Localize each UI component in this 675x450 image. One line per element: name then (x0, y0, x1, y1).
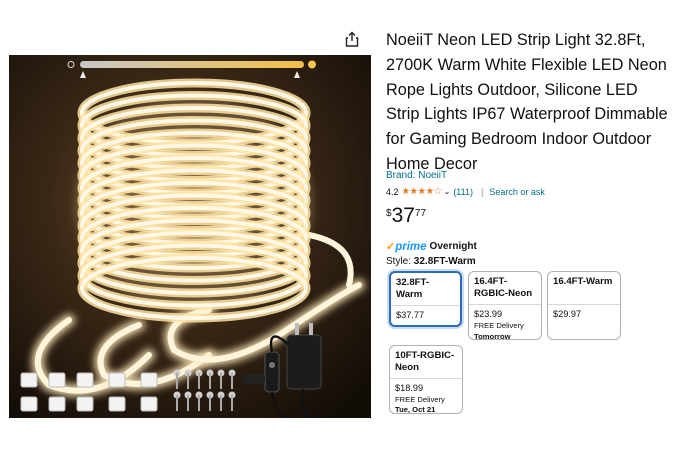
option-name: 10FT-RGBIC-Neon (395, 350, 455, 373)
prime-delivery-row: ✓ prime Overnight (386, 240, 477, 254)
rating-stars[interactable]: ★★★★☆ (402, 186, 443, 197)
style-value: 32.8FT-Warm (413, 256, 476, 267)
option-name: 16.4FT-Warm (553, 276, 613, 287)
prime-logo: prime (395, 240, 427, 253)
option-price: $18.99 (395, 383, 424, 393)
style-option-16-4ft-rgbic-neon[interactable]: 16.4FT-RGBIC-Neon $23.99 FREE Delivery T… (468, 271, 542, 341)
chevron-down-icon[interactable]: ⌄ (444, 187, 451, 196)
option-name: 32.8FT-Warm (396, 277, 430, 300)
search-or-ask-link[interactable]: Search or ask (489, 187, 545, 197)
option-price: $29.97 (553, 309, 582, 319)
price-fraction: 77 (414, 208, 427, 219)
option-price: $37.77 (396, 310, 425, 320)
option-delivery-date: Tomorrow (474, 331, 511, 341)
style-label: Style: (386, 256, 412, 267)
style-option-10ft-rgbic-neon[interactable]: 10FT-RGBIC-Neon $18.99 FREE Delivery Tue… (389, 345, 463, 414)
style-label-row: Style: 32.8FT-Warm (386, 256, 476, 267)
style-option-16-4ft-warm[interactable]: 16.4FT-Warm $29.97 (547, 271, 621, 340)
brand-link[interactable]: Brand: NoeiiT (386, 170, 447, 181)
rating-value: 4.2 (386, 186, 399, 197)
product-title: NoeiiT Neon LED Strip Light 32.8Ft, 2700… (386, 31, 668, 173)
delivery-speed: Overnight (429, 241, 477, 252)
share-icon[interactable] (343, 30, 361, 48)
product-image[interactable] (9, 55, 371, 418)
option-delivery-date: Tue, Oct 21 (395, 404, 436, 414)
price-whole: 37 (391, 204, 415, 227)
option-price: $23.99 (474, 309, 503, 319)
review-count-link[interactable]: (111) (453, 187, 473, 197)
option-name: 16.4FT-RGBIC-Neon (474, 276, 533, 299)
rating-row: 4.2 ★★★★☆ ⌄ (111) | Search or ask (386, 186, 545, 197)
separator: | (481, 186, 484, 197)
price: $ 37 77 (386, 204, 426, 228)
option-delivery: FREE Delivery (474, 321, 524, 330)
style-option-32-8ft-warm[interactable]: 32.8FT-Warm $37.77 (389, 271, 462, 327)
option-delivery: FREE Delivery (395, 395, 445, 404)
prime-check-icon: ✓ (386, 241, 396, 253)
